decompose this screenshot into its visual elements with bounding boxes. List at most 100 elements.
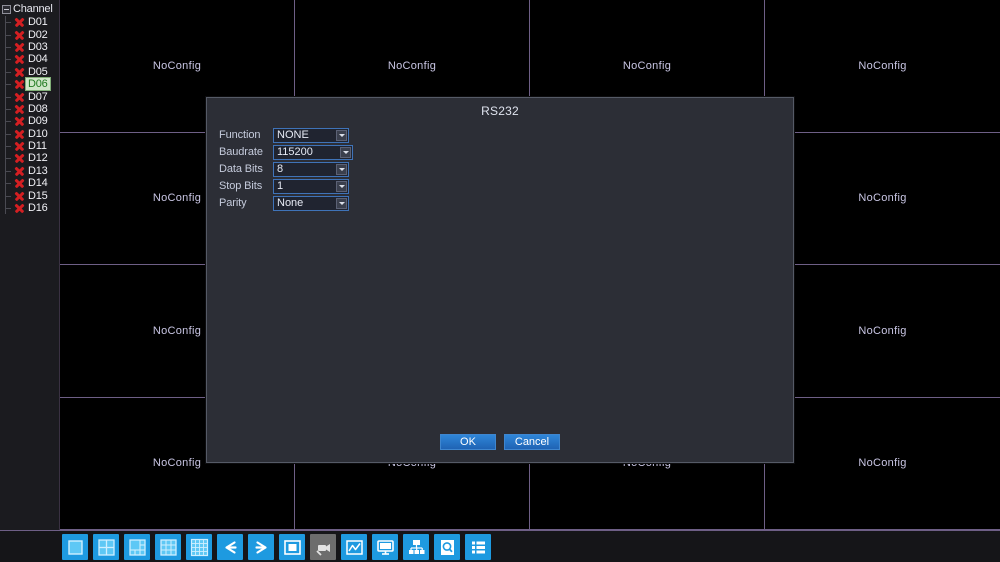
channel-item-label: D03 — [28, 40, 48, 53]
view-16-split-icon[interactable] — [186, 534, 212, 560]
view-6-split-icon[interactable] — [124, 534, 150, 560]
tree-branch-line — [5, 115, 11, 128]
channel-item-label: D12 — [28, 152, 48, 165]
channel-item-label: D08 — [28, 102, 48, 115]
channel-item-label: D06 — [25, 77, 51, 92]
parity-dropdown[interactable]: None — [273, 195, 349, 211]
form-row: Parity None — [219, 195, 353, 211]
tree-branch-line — [5, 40, 11, 54]
stop-bits-dropdown[interactable]: 1 — [273, 178, 349, 194]
chevron-down-icon[interactable] — [340, 146, 351, 158]
fullscreen-icon[interactable] — [279, 534, 305, 560]
red-x-icon — [14, 178, 25, 189]
view-1-split-icon[interactable] — [62, 534, 88, 560]
channel-item-d06[interactable]: D06 — [0, 77, 59, 92]
channel-tree-root[interactable]: Channel — [0, 2, 59, 16]
rs232-dialog: RS232 Function NONE Baudrate 115200 Data Bit… — [206, 97, 794, 463]
channel-item-label: D07 — [28, 90, 48, 103]
video-cell-label: NoConfig — [152, 59, 202, 72]
channel-item-d13[interactable]: D13 — [0, 164, 59, 178]
red-x-icon — [14, 103, 25, 114]
video-cell-label: NoConfig — [152, 192, 202, 205]
bottom-taskbar — [0, 530, 1000, 562]
data-bits-label: Data Bits — [219, 163, 263, 175]
tree-branch-line — [5, 28, 11, 41]
red-x-icon — [14, 66, 25, 77]
video-cell-label: NoConfig — [387, 59, 437, 72]
chevron-down-icon[interactable] — [336, 180, 347, 192]
red-x-icon — [14, 141, 25, 152]
baudrate-dropdown[interactable]: 115200 — [273, 144, 353, 160]
dialog-button-bar: OK Cancel — [207, 434, 793, 450]
ptz-camera-icon — [310, 534, 336, 560]
channel-item-d02[interactable]: D02 — [0, 28, 59, 41]
form-row: Data Bits 8 — [219, 161, 353, 177]
video-cell[interactable]: NoConfig — [765, 132, 1000, 265]
view-4-split-icon[interactable] — [93, 534, 119, 560]
tree-branch-line — [5, 164, 11, 178]
channel-item-label: D02 — [28, 28, 48, 41]
red-x-icon — [14, 128, 25, 139]
form-row: Baudrate 115200 — [219, 144, 353, 160]
video-cell[interactable]: NoConfig — [765, 265, 1000, 398]
tree-branch-line — [5, 127, 11, 140]
video-cell-label: NoConfig — [858, 59, 907, 72]
tree-collapse-icon[interactable] — [2, 4, 11, 14]
channel-item-d15[interactable]: D15 — [0, 189, 59, 202]
channel-item-d11[interactable]: D11 — [0, 139, 59, 153]
red-x-icon — [14, 29, 25, 40]
arrow-left-icon[interactable] — [217, 534, 243, 560]
channel-item-d08[interactable]: D08 — [0, 102, 59, 116]
color-setting-icon[interactable] — [341, 534, 367, 560]
channel-item-label: D09 — [28, 115, 48, 128]
video-cell-label: NoConfig — [622, 59, 672, 72]
channel-tree-sidebar: Channel D01 D02 D03 D04 D05 D06 D07 D08 D09 D10 D1… — [0, 0, 60, 530]
cancel-button[interactable]: Cancel — [504, 434, 560, 450]
channel-item-d10[interactable]: D10 — [0, 127, 59, 140]
channel-item-d01[interactable]: D01 — [0, 16, 59, 29]
network-tree-icon[interactable] — [403, 534, 429, 560]
red-x-icon — [14, 165, 25, 176]
baudrate-label: Baudrate — [219, 146, 263, 158]
red-x-icon — [14, 79, 25, 90]
arrow-right-icon[interactable] — [248, 534, 274, 560]
view-9-split-icon[interactable] — [155, 534, 181, 560]
channel-item-label: D13 — [28, 164, 48, 177]
channel-item-label: D15 — [28, 189, 48, 202]
tree-branch-line — [5, 189, 11, 202]
chevron-down-icon[interactable] — [336, 163, 347, 175]
disk-search-icon[interactable] — [434, 534, 460, 560]
video-cell[interactable]: NoConfig — [765, 0, 1000, 133]
channel-item-d16[interactable]: D16 — [0, 201, 59, 215]
rs232-form: Function NONE Baudrate 115200 Data Bits 8 Stop… — [219, 127, 353, 211]
tree-branch-line — [5, 90, 11, 103]
channel-item-d03[interactable]: D03 — [0, 40, 59, 54]
red-x-icon — [14, 203, 25, 214]
channel-item-d05[interactable]: D05 — [0, 65, 59, 78]
data-bits-dropdown[interactable]: 8 — [273, 161, 349, 177]
ok-button[interactable]: OK — [440, 434, 496, 450]
video-cell-label: NoConfig — [152, 324, 202, 337]
chevron-down-icon[interactable] — [336, 197, 347, 209]
channel-item-d09[interactable]: D09 — [0, 115, 59, 128]
main-menu-list-icon[interactable] — [465, 534, 491, 560]
form-row: Stop Bits 1 — [219, 178, 353, 194]
channel-item-label: D10 — [28, 127, 48, 140]
tree-branch-line — [5, 139, 11, 153]
red-x-icon — [14, 17, 25, 28]
video-cell-label: NoConfig — [858, 457, 907, 470]
channel-item-d14[interactable]: D14 — [0, 177, 59, 190]
channel-item-d04[interactable]: D04 — [0, 53, 59, 66]
tree-branch-line — [5, 53, 11, 66]
chevron-down-icon[interactable] — [336, 129, 347, 141]
monitor-icon[interactable] — [372, 534, 398, 560]
red-x-icon — [14, 153, 25, 164]
video-cell-label: NoConfig — [858, 192, 907, 205]
function-dropdown[interactable]: NONE — [273, 127, 349, 143]
channel-item-d07[interactable]: D07 — [0, 90, 59, 103]
nvr-live-view-screen: Channel D01 D02 D03 D04 D05 D06 D07 D08 D09 D10 D1… — [0, 0, 1000, 562]
video-cell[interactable]: NoConfig — [765, 397, 1000, 530]
tree-branch-line — [5, 16, 11, 29]
channel-item-label: D14 — [28, 177, 48, 190]
channel-item-d12[interactable]: D12 — [0, 152, 59, 165]
